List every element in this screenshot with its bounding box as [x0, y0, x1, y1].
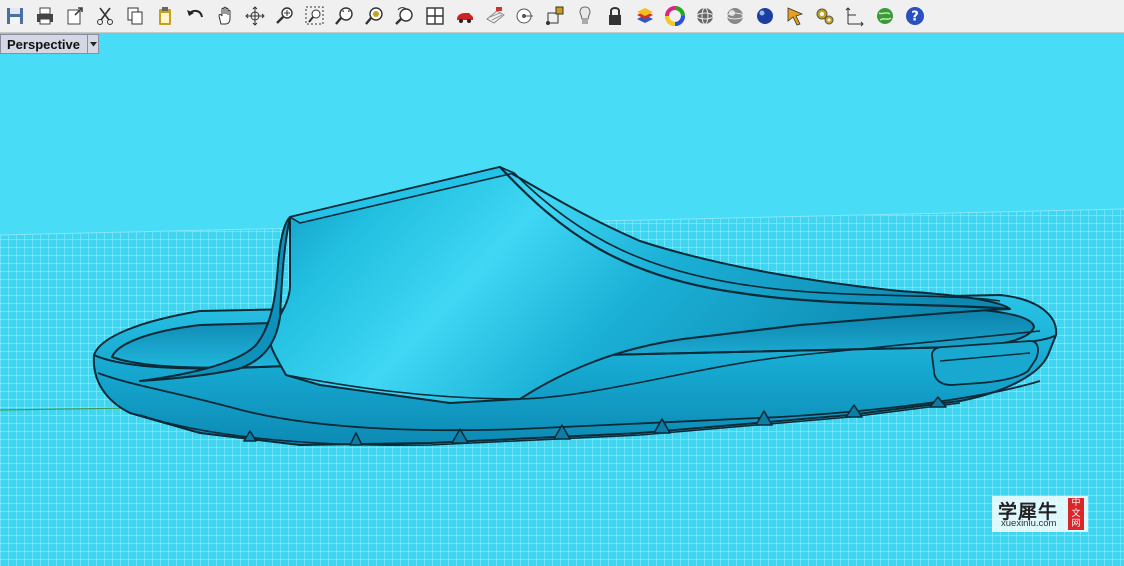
- material-pointer-button[interactable]: [782, 3, 808, 29]
- rotate-view-icon: [245, 6, 265, 26]
- wireframe-sphere-icon: [696, 7, 714, 25]
- pan-icon: [218, 6, 231, 25]
- options-gears-icon: [816, 8, 834, 25]
- paste-button[interactable]: [152, 3, 178, 29]
- dimension-button[interactable]: [842, 3, 868, 29]
- viewport-title-tab[interactable]: Perspective: [0, 34, 99, 54]
- paste-icon: [159, 7, 171, 25]
- export-button[interactable]: [62, 3, 88, 29]
- ghosted-sphere-icon: [726, 8, 744, 24]
- zoom-window-icon: [305, 6, 324, 25]
- print-icon: [37, 7, 53, 25]
- color-wheel-button[interactable]: [662, 3, 688, 29]
- undo-view-icon: [395, 7, 413, 25]
- site-watermark: 学犀牛 xuexiniu.com 中 文 网: [992, 496, 1088, 532]
- badge-char: 中: [1071, 498, 1081, 509]
- grid-icon: [486, 7, 505, 24]
- zoom-dynamic-button[interactable]: [272, 3, 298, 29]
- viewport-canvas[interactable]: [0, 55, 1124, 566]
- undo-icon: [187, 9, 203, 18]
- save-button[interactable]: [2, 3, 28, 29]
- plugin-globe-button[interactable]: [872, 3, 898, 29]
- layer-button[interactable]: [632, 3, 658, 29]
- undo-view-button[interactable]: [392, 3, 418, 29]
- ghosted-sphere-button[interactable]: [722, 3, 748, 29]
- rendered-sphere-button[interactable]: [752, 3, 778, 29]
- pan-button[interactable]: [212, 3, 238, 29]
- named-view-icon: [457, 13, 473, 23]
- export-icon: [67, 7, 83, 25]
- chevron-down-icon: [89, 41, 97, 46]
- named-view-button[interactable]: [452, 3, 478, 29]
- undo-button[interactable]: [182, 3, 208, 29]
- help-button[interactable]: ?: [902, 3, 928, 29]
- badge-char: 网: [1071, 519, 1081, 530]
- four-viewports-button[interactable]: [422, 3, 448, 29]
- viewport-title[interactable]: Perspective: [1, 37, 87, 52]
- grid-button[interactable]: [482, 3, 508, 29]
- plugin-globe-icon: [877, 8, 893, 24]
- osnap-icon: [546, 6, 564, 25]
- zoom-extents-button[interactable]: [332, 3, 358, 29]
- wireframe-sphere-button[interactable]: [692, 3, 718, 29]
- perspective-viewport[interactable]: [0, 55, 1124, 566]
- copy-icon: [127, 7, 143, 25]
- lock-button[interactable]: [602, 3, 628, 29]
- viewport-menu-dropdown[interactable]: [87, 35, 98, 53]
- help-icon: ?: [906, 7, 924, 25]
- osnap-button[interactable]: [542, 3, 568, 29]
- zoom-dynamic-icon: [276, 7, 293, 24]
- svg-text:?: ?: [911, 10, 919, 25]
- light-button[interactable]: [572, 3, 598, 29]
- standard-toolbar: ?: [0, 0, 1124, 33]
- print-button[interactable]: [32, 3, 58, 29]
- save-icon: [7, 8, 23, 24]
- light-icon: [579, 6, 591, 24]
- copy-button[interactable]: [122, 3, 148, 29]
- options-gears-button[interactable]: [812, 3, 838, 29]
- cut-button[interactable]: [92, 3, 118, 29]
- dimension-icon: [845, 7, 864, 27]
- rotate-view-button[interactable]: [242, 3, 268, 29]
- zoom-selected-icon: [365, 7, 383, 25]
- watermark-badge: 中 文 网: [1068, 498, 1084, 530]
- zoom-selected-button[interactable]: [362, 3, 388, 29]
- point-button[interactable]: [512, 3, 538, 29]
- watermark-url: xuexiniu.com: [1001, 518, 1057, 529]
- point-icon: [516, 8, 533, 24]
- badge-char: 文: [1071, 508, 1081, 519]
- color-wheel-icon: [665, 6, 685, 26]
- zoom-extents-icon: [335, 7, 353, 25]
- lock-icon: [609, 7, 621, 25]
- layer-icon: [637, 8, 653, 23]
- four-viewports-icon: [426, 7, 444, 25]
- zoom-window-button[interactable]: [302, 3, 328, 29]
- rendered-sphere-icon: [757, 8, 773, 24]
- material-pointer-icon: [787, 7, 804, 26]
- cut-icon: [97, 7, 113, 25]
